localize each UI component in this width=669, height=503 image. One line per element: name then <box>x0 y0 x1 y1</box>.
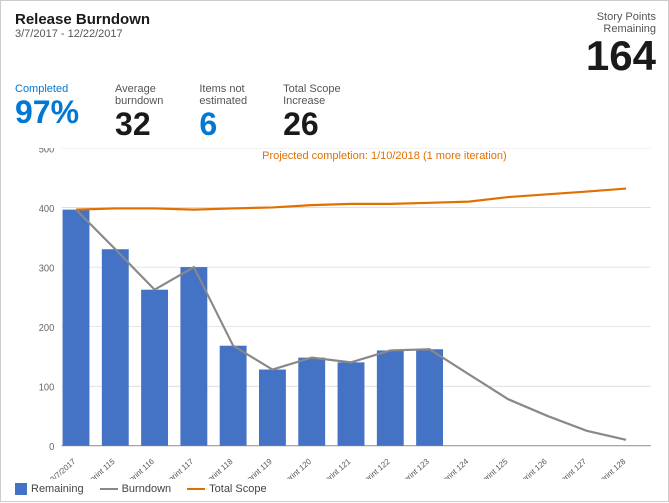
avg-burndown-value: 32 <box>115 107 151 142</box>
svg-text:Sprint 123: Sprint 123 <box>398 457 431 479</box>
story-points-value: 164 <box>586 32 656 79</box>
svg-text:Sprint 125: Sprint 125 <box>477 457 510 479</box>
bar-7 <box>338 363 365 446</box>
items-not-estimated-label: Items notestimated <box>199 83 247 107</box>
svg-text:Sprint 119: Sprint 119 <box>241 457 274 479</box>
total-scope-value: 26 <box>283 107 319 142</box>
avg-burndown-label: Averageburndown <box>115 83 163 107</box>
bar-6 <box>298 358 325 446</box>
chart-area: Projected completion: 1/10/2018 (1 more … <box>15 148 656 479</box>
svg-text:100: 100 <box>39 383 55 394</box>
svg-text:3/7/2017: 3/7/2017 <box>49 457 78 479</box>
bar-2 <box>141 290 168 446</box>
svg-text:Sprint 120: Sprint 120 <box>280 457 313 479</box>
legend-total-scope: Total Scope <box>187 483 266 495</box>
dashboard-container: Release Burndown 3/7/2017 - 12/22/2017 S… <box>1 1 669 503</box>
total-scope-line <box>76 189 626 210</box>
remaining-icon <box>15 483 27 495</box>
svg-text:Sprint 115: Sprint 115 <box>84 457 117 479</box>
items-not-estimated-value: 6 <box>199 107 217 142</box>
bar-3 <box>180 267 207 446</box>
legend-burndown: Burndown <box>100 483 172 495</box>
metric-total-scope: Total ScopeIncrease 26 <box>283 83 340 142</box>
bar-9 <box>416 349 443 445</box>
metrics-row: Completed 97% Averageburndown 32 Items n… <box>15 83 656 142</box>
completed-value: 97% <box>15 95 79 130</box>
svg-text:400: 400 <box>39 204 55 215</box>
bar-0 <box>63 210 90 446</box>
svg-text:Sprint 128: Sprint 128 <box>595 457 628 479</box>
date-range: 3/7/2017 - 12/22/2017 <box>15 28 150 40</box>
header-row: Release Burndown 3/7/2017 - 12/22/2017 S… <box>15 11 656 77</box>
svg-text:0: 0 <box>49 442 54 453</box>
svg-text:Sprint 122: Sprint 122 <box>359 457 392 479</box>
svg-text:200: 200 <box>39 323 55 334</box>
remaining-label: Remaining <box>31 483 84 495</box>
svg-text:Sprint 117: Sprint 117 <box>163 457 196 479</box>
svg-text:500: 500 <box>39 148 55 156</box>
legend: Remaining Burndown Total Scope <box>15 483 656 495</box>
chart-title: Release Burndown <box>15 11 150 28</box>
bar-1 <box>102 249 129 446</box>
svg-text:Sprint 121: Sprint 121 <box>320 457 353 479</box>
projection-label: Projected completion: 1/10/2018 (1 more … <box>262 150 507 162</box>
bar-5 <box>259 370 286 446</box>
metric-avg-burndown: Averageburndown 32 <box>115 83 163 142</box>
svg-text:Sprint 127: Sprint 127 <box>555 457 588 479</box>
svg-text:Sprint 116: Sprint 116 <box>124 457 157 479</box>
bar-8 <box>377 351 404 446</box>
svg-text:300: 300 <box>39 263 55 274</box>
svg-text:Sprint 124: Sprint 124 <box>437 457 470 479</box>
burndown-chart: 0 100 200 300 400 500 <box>15 148 656 479</box>
burndown-label: Burndown <box>122 483 172 495</box>
bar-4 <box>220 346 247 446</box>
svg-text:Sprint 126: Sprint 126 <box>516 457 549 479</box>
metric-completed: Completed 97% <box>15 83 79 142</box>
story-points-block: Story PointsRemaining 164 <box>586 11 656 77</box>
total-scope-label: Total Scope <box>209 483 266 495</box>
legend-remaining: Remaining <box>15 483 84 495</box>
total-scope-icon <box>187 488 205 490</box>
title-block: Release Burndown 3/7/2017 - 12/22/2017 <box>15 11 150 40</box>
metric-items-not-estimated: Items notestimated 6 <box>199 83 247 142</box>
burndown-icon <box>100 488 118 490</box>
svg-text:Sprint 118: Sprint 118 <box>202 457 235 479</box>
total-scope-label: Total ScopeIncrease <box>283 83 340 107</box>
